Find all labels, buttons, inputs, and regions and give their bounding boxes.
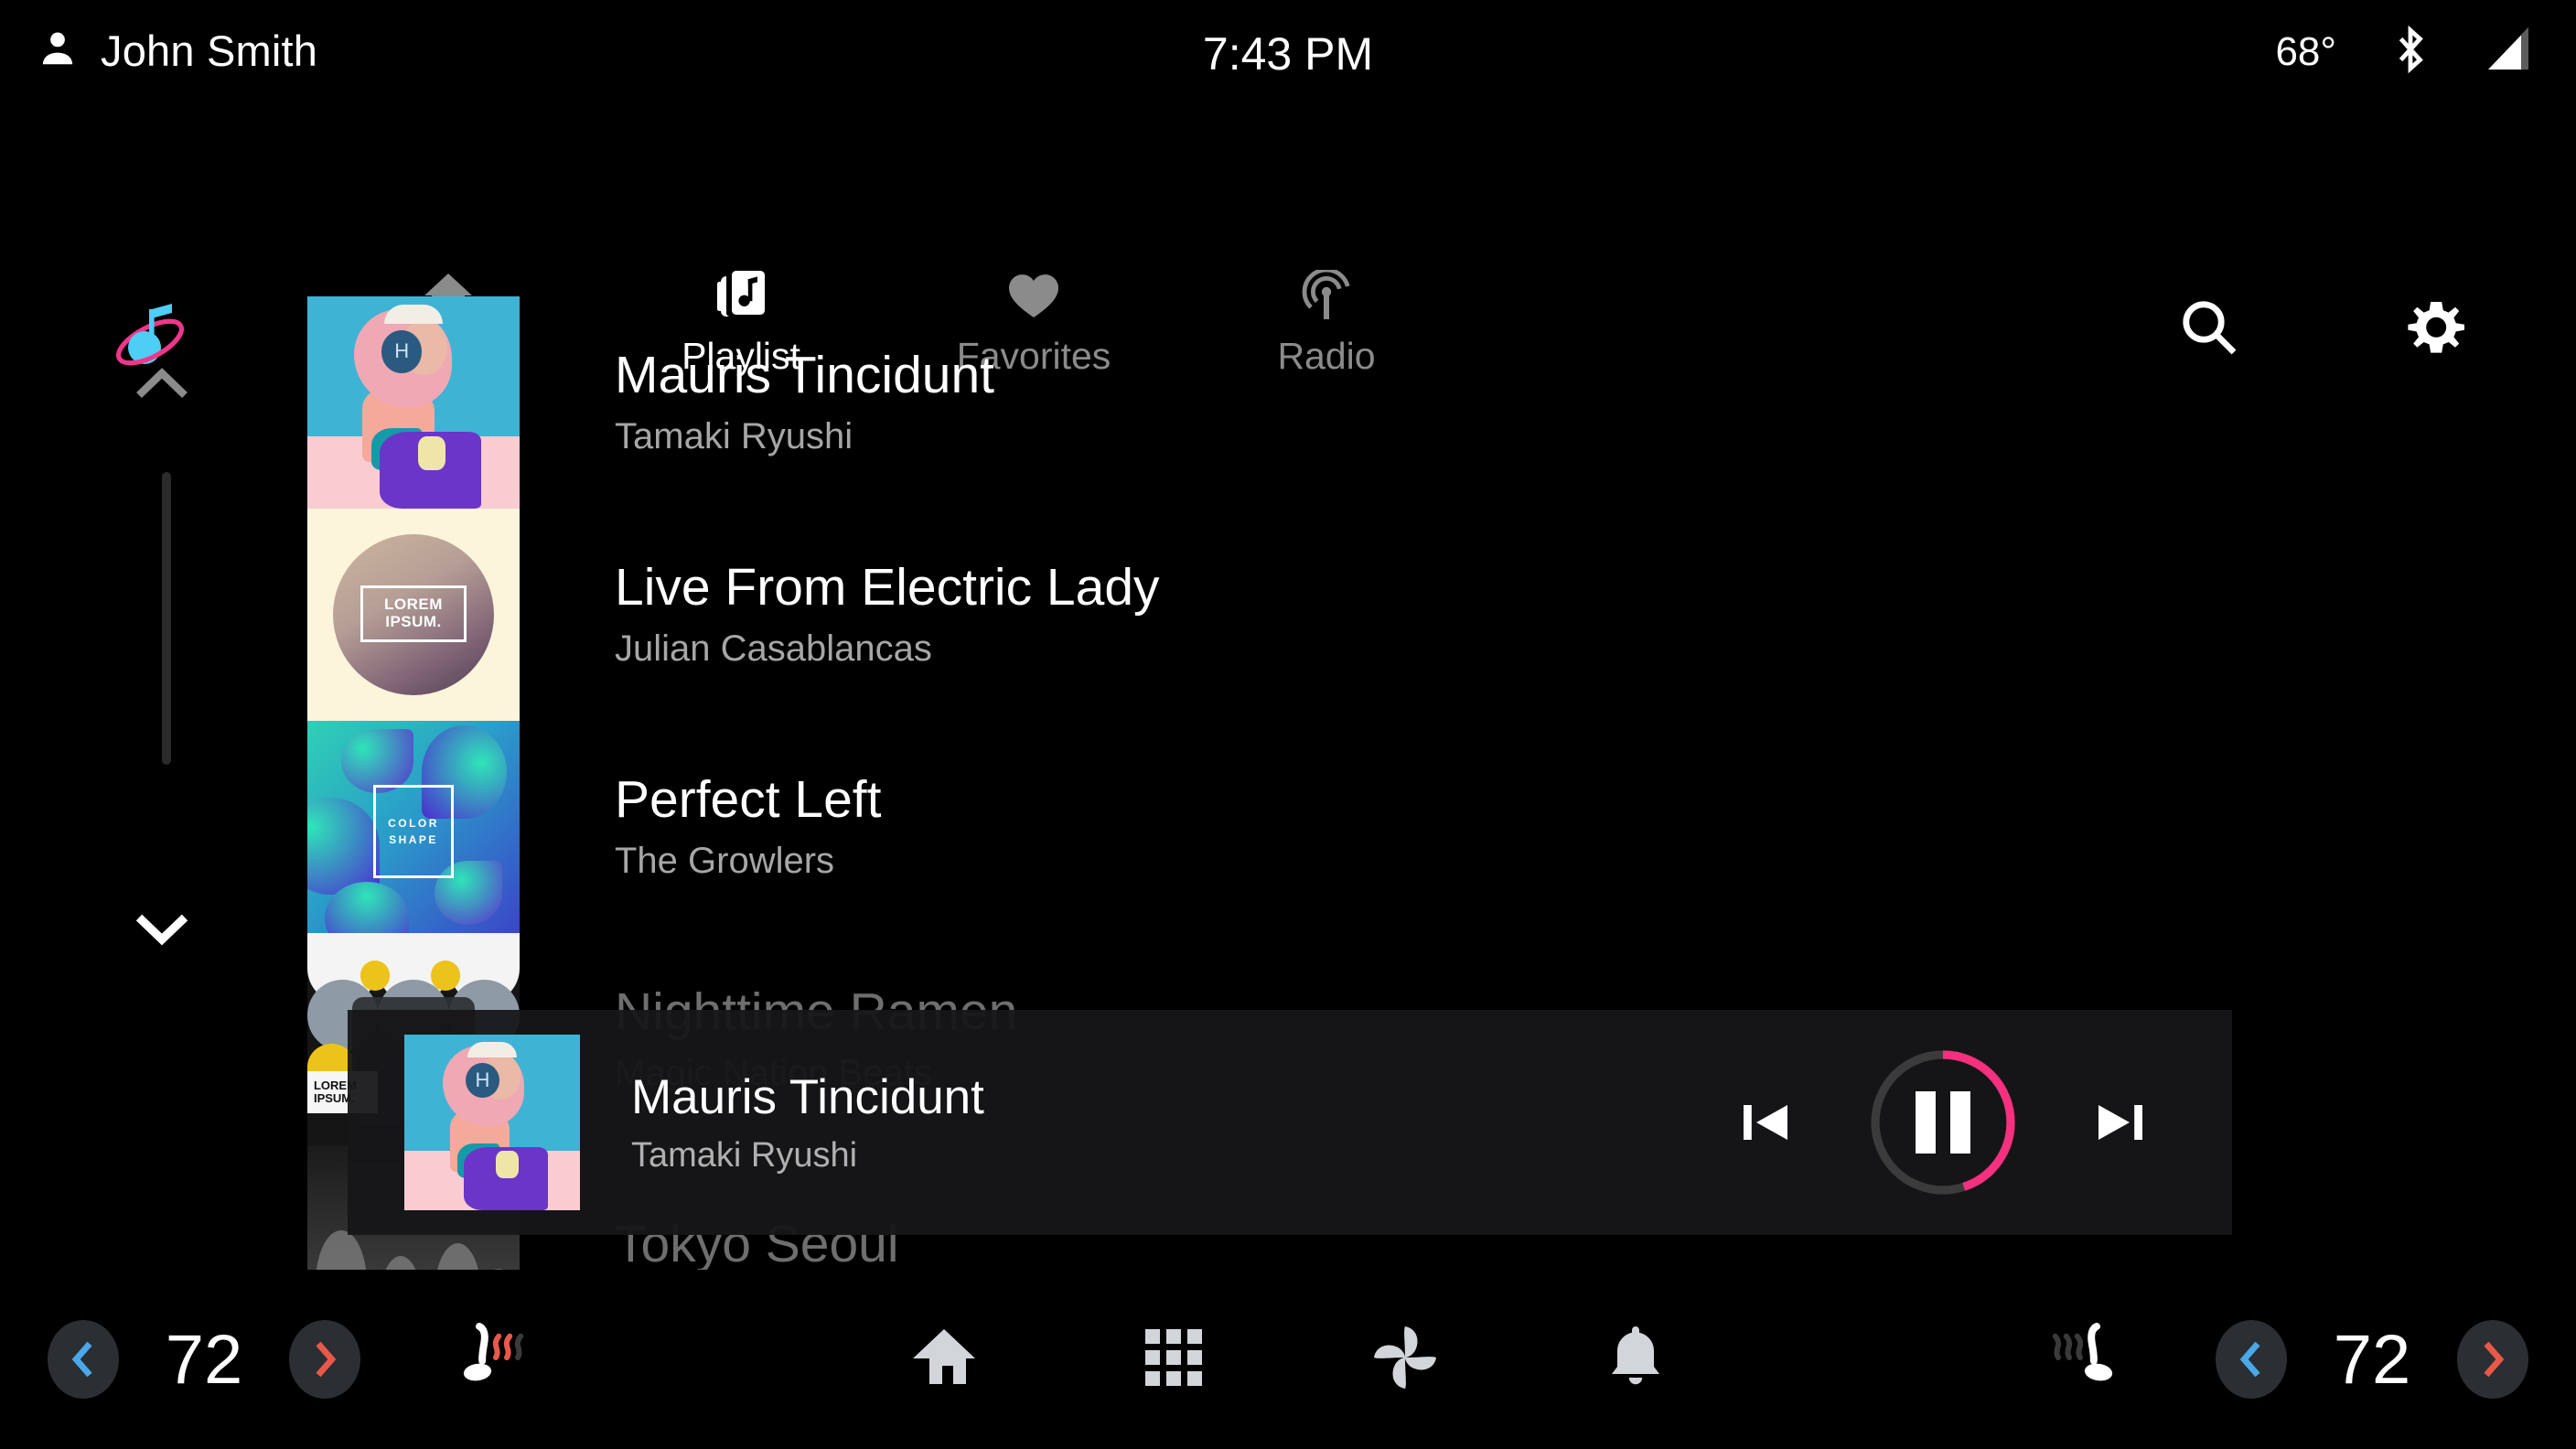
now-playing-bar[interactable]: Mauris Tincidunt Tamaki Ryushi	[348, 1010, 2232, 1235]
playback-controls	[1738, 1047, 2148, 1197]
list-item[interactable]: Mauris Tincidunt Tamaki Ryushi	[307, 296, 2302, 509]
fan-icon[interactable]	[1370, 1323, 1440, 1397]
pause-icon	[1868, 1047, 2018, 1197]
track-artist: Tamaki Ryushi	[615, 416, 853, 457]
art-label-line1: COLOR	[388, 816, 439, 830]
album-art: COLOR SHAPE	[307, 721, 520, 933]
track-title: Live From Electric Lady	[615, 557, 1160, 617]
art-label-line1: LOREM	[384, 596, 443, 614]
driver-heated-seat-icon[interactable]	[456, 1321, 527, 1399]
passenger-heated-seat-icon[interactable]	[2049, 1321, 2120, 1399]
track-meta: Perfect Left The Growlers	[615, 769, 882, 883]
lorem-ipsum-sphere-art: LOREM IPSUM.	[307, 509, 520, 721]
scrollbar-thumb[interactable]	[162, 472, 171, 765]
cellular-signal-icon	[2485, 26, 2536, 78]
list-item[interactable]: COLOR SHAPE Perfect Left The Growlers	[307, 721, 2302, 933]
track-title: Mauris Tincidunt	[615, 345, 995, 404]
driver-temperature-value: 72	[165, 1320, 243, 1399]
home-icon[interactable]	[911, 1327, 977, 1392]
pink-hair-headphones-art	[307, 296, 520, 509]
passenger-climate-control: 72	[2049, 1320, 2528, 1400]
album-art: LOREM IPSUM.	[307, 509, 520, 721]
now-playing-meta: Mauris Tincidunt Tamaki Ryushi	[631, 1069, 984, 1175]
next-track-button[interactable]	[2091, 1094, 2148, 1151]
album-art	[307, 296, 520, 509]
art-label-line2: SHAPE	[389, 832, 438, 846]
play-pause-button[interactable]	[1868, 1047, 2018, 1197]
list-scroll-rail	[124, 366, 216, 951]
status-indicators: 68°	[2275, 24, 2536, 80]
now-playing-album-art	[404, 1035, 580, 1210]
track-meta: Live From Electric Lady Julian Casablanc…	[615, 557, 1160, 671]
driver-climate-control: 72	[48, 1320, 527, 1400]
infotainment-screen: John Smith 7:43 PM 68° Playlist Favorite…	[0, 0, 2576, 1449]
track-artist: Julian Casablancas	[615, 628, 932, 670]
gear-icon[interactable]	[2404, 296, 2466, 363]
now-playing-artist: Tamaki Ryushi	[631, 1136, 858, 1175]
color-shape-blobs-art: COLOR SHAPE	[307, 721, 520, 933]
passenger-temperature-value: 72	[2333, 1320, 2411, 1399]
track-title: Perfect Left	[615, 769, 882, 829]
clock: 7:43 PM	[1202, 28, 1374, 80]
now-playing-title: Mauris Tincidunt	[631, 1070, 984, 1124]
outside-temperature: 68°	[2275, 28, 2336, 74]
chevron-up-icon[interactable]	[134, 366, 190, 407]
art-label-line2: IPSUM.	[385, 612, 442, 630]
apps-grid-icon[interactable]	[1143, 1327, 1204, 1392]
passenger-temp-decrease-button[interactable]	[2216, 1320, 2287, 1399]
track-artist: The Growlers	[615, 841, 835, 882]
list-item[interactable]: LOREM IPSUM. Live From Electric Lady Jul…	[307, 509, 2302, 721]
track-meta: Mauris Tincidunt Tamaki Ryushi	[615, 345, 995, 458]
status-bar: John Smith 7:43 PM 68°	[0, 0, 2576, 126]
bluetooth-icon[interactable]	[2388, 24, 2433, 80]
previous-track-button[interactable]	[1738, 1094, 1795, 1151]
passenger-temp-increase-button[interactable]	[2457, 1320, 2528, 1399]
driver-temp-decrease-button[interactable]	[48, 1320, 119, 1399]
system-bottom-bar: 72 72	[0, 1270, 2576, 1449]
system-shortcut-icons	[911, 1323, 1665, 1397]
bell-icon[interactable]	[1606, 1325, 1665, 1395]
driver-temp-increase-button[interactable]	[289, 1320, 360, 1399]
app-tab-bar: Recent Playlist	[0, 126, 2576, 377]
chevron-down-icon[interactable]	[134, 910, 190, 951]
